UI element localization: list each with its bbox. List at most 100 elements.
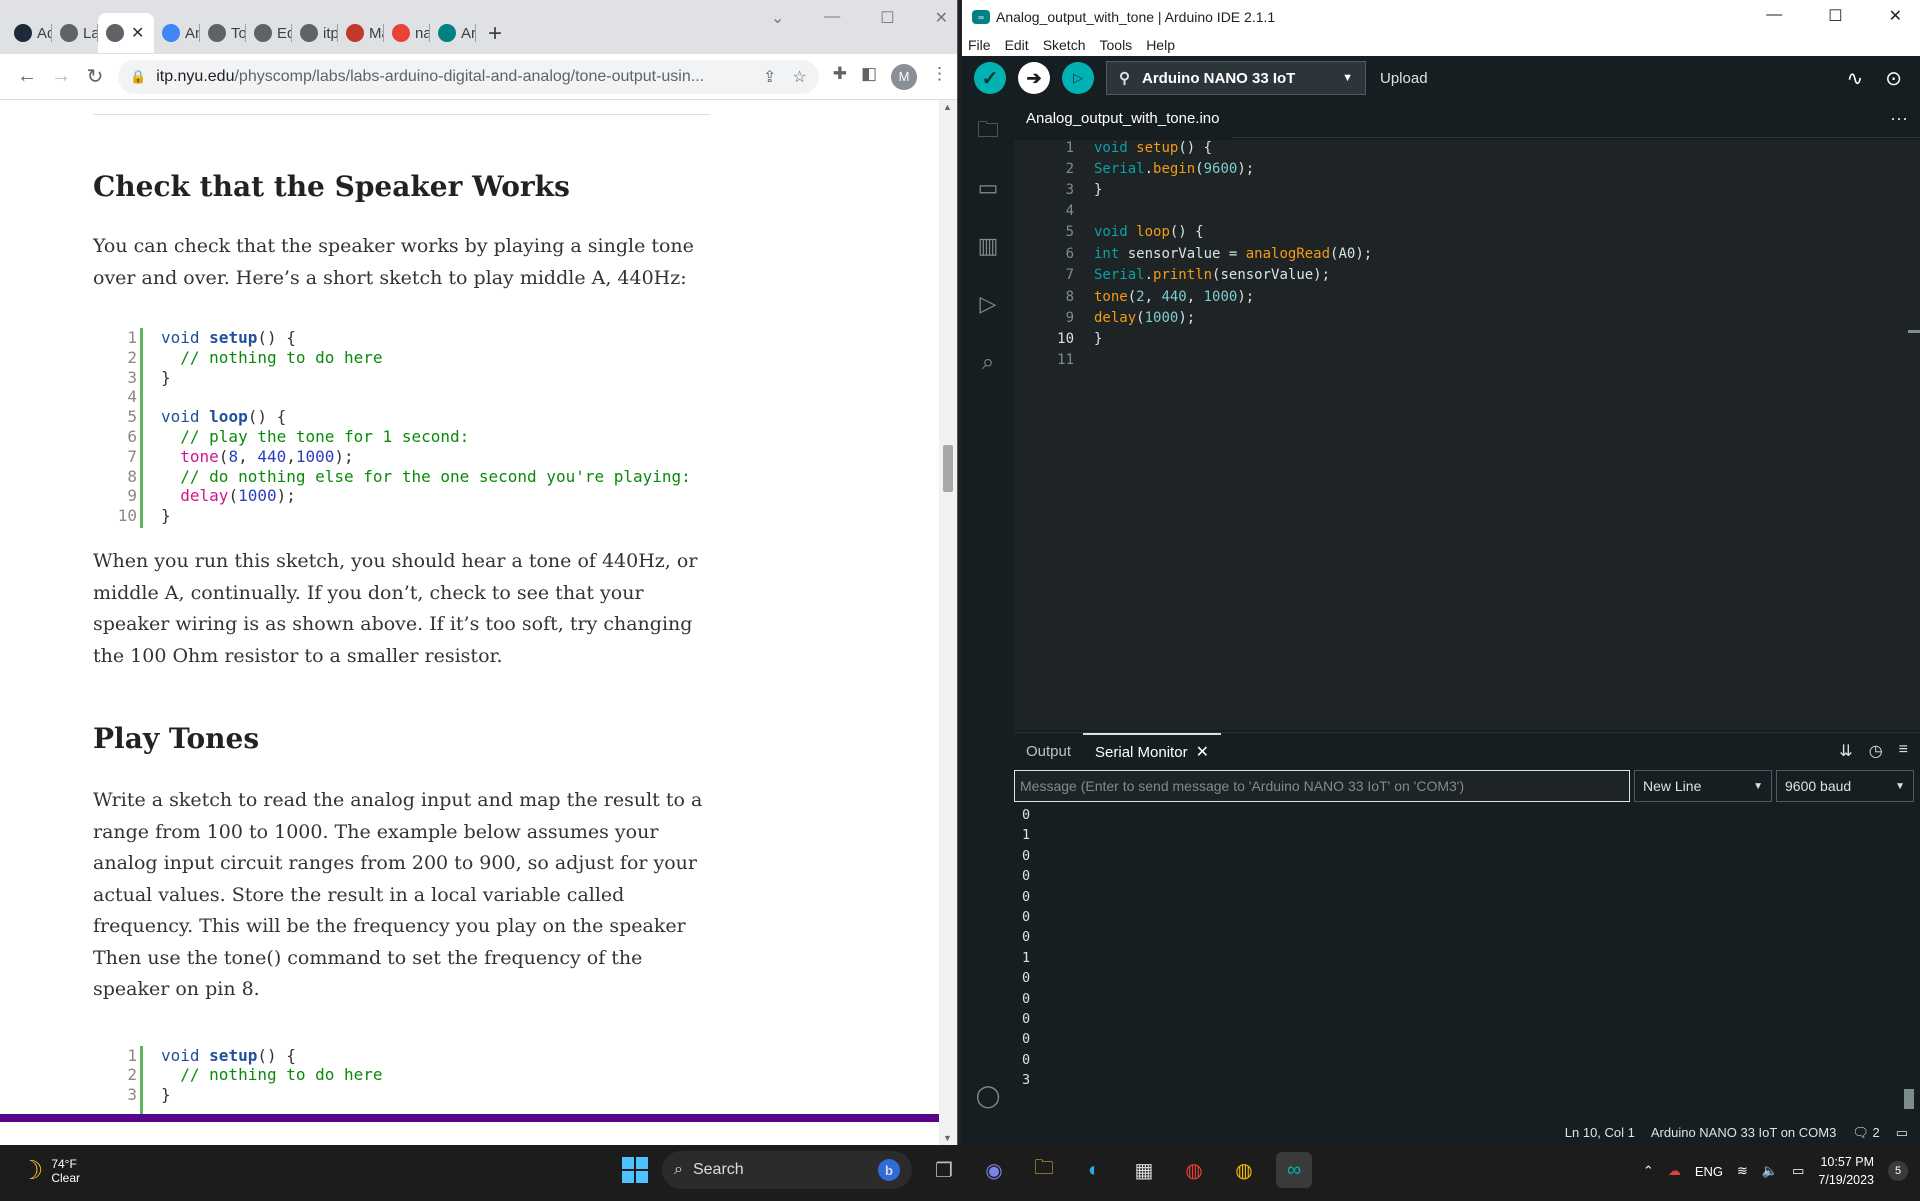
editor-line-number: 7 <box>1065 267 1074 283</box>
lock-icon[interactable]: 🔒 <box>130 69 146 85</box>
address-bar[interactable]: 🔒 itp.nyu.edu/physcomp/labs/labs-arduino… <box>118 59 819 94</box>
profile-avatar[interactable]: M <box>891 63 917 90</box>
tab-sketch-file[interactable]: Analog_output_with_tone.ino <box>1014 100 1232 138</box>
tab-serial-monitor[interactable]: Serial Monitor ✕ <box>1083 733 1221 769</box>
paragraph-intro: You can check that the speaker works by … <box>93 235 694 289</box>
page-scrollbar[interactable]: ▲ ▼ <box>939 100 957 1145</box>
weather-widget[interactable]: ☽ 74°F Clear <box>20 1155 80 1186</box>
editor-line-number: 9 <box>1065 310 1074 326</box>
close-icon[interactable]: ✕ <box>1196 742 1209 762</box>
battery-icon[interactable]: ▭ <box>1792 1163 1804 1179</box>
article-content: Check that the Speaker Works You can che… <box>93 170 723 1116</box>
browser-tab[interactable]: Arc <box>430 15 476 51</box>
task-view-icon[interactable]: ❐ <box>926 1152 962 1188</box>
status-board[interactable]: Arduino NANO 33 IoT on COM3 <box>1651 1125 1836 1140</box>
browser-tab[interactable]: nar <box>384 15 430 51</box>
scroll-down-icon[interactable]: ▼ <box>943 1133 952 1143</box>
side-panel-icon[interactable]: ◧ <box>861 64 877 90</box>
serial-message-input[interactable] <box>1014 770 1630 802</box>
browser-tab[interactable]: Lab <box>52 15 98 51</box>
serial-line: 0 <box>1022 929 1031 946</box>
heading-play-tones: Play Tones <box>93 722 260 755</box>
notifications-indicator[interactable]: 🗨 2 <box>1852 1125 1879 1141</box>
share-icon[interactable]: ⇪ <box>763 67 776 87</box>
teams-chat-icon[interactable]: ◉ <box>976 1152 1012 1188</box>
sketchbook-folder-icon[interactable]: 🗀 <box>974 116 1002 144</box>
edge-icon[interactable]: ◐ <box>1076 1152 1112 1188</box>
chrome-profile-icon[interactable]: ◍ <box>1226 1152 1262 1188</box>
browser-tab[interactable]: Toc <box>200 15 246 51</box>
wifi-icon[interactable]: ≋ <box>1737 1163 1748 1179</box>
serial-line: 0 <box>1022 807 1031 823</box>
board-selector[interactable]: ⚲ Arduino NANO 33 IoT ▼ <box>1106 61 1366 95</box>
clear-output-icon[interactable]: ≡ <box>1899 741 1908 761</box>
baud-rate-select[interactable]: 9600 baud ▼ <box>1776 770 1914 802</box>
serial-monitor-icon[interactable]: ⊙ <box>1885 66 1902 91</box>
tab-title: Equ <box>277 24 292 42</box>
footer-bar <box>0 1114 940 1122</box>
taskbar-search[interactable]: ⌕ Search b <box>662 1151 912 1189</box>
store-icon[interactable]: ▦ <box>1126 1152 1162 1188</box>
search-icon[interactable]: ⌕ <box>974 348 1002 376</box>
extensions-icon[interactable]: ✚ <box>833 64 847 90</box>
scroll-thumb[interactable] <box>943 445 953 492</box>
arduino-ide-taskbar-icon[interactable]: ∞ <box>1276 1152 1312 1188</box>
reload-icon[interactable]: ↻ <box>78 60 112 94</box>
clock[interactable]: 10:57 PM 7/19/2023 <box>1818 1153 1874 1189</box>
autoscroll-icon[interactable]: ⇊ <box>1839 741 1852 761</box>
debug-icon[interactable]: ▷ <box>974 290 1002 318</box>
browser-tab[interactable]: Ad <box>6 15 52 51</box>
library-manager-icon[interactable]: ▥ <box>974 232 1002 260</box>
back-icon[interactable]: ← <box>10 60 44 94</box>
serial-scroll-thumb[interactable] <box>1904 1089 1914 1109</box>
maximize-button[interactable]: ☐ <box>880 8 894 28</box>
output-panel-icon[interactable]: ▭ <box>1896 1125 1908 1141</box>
menu-item[interactable]: Tools <box>1100 37 1133 53</box>
account-icon[interactable]: ◯ <box>974 1082 1002 1110</box>
browser-tab[interactable]: ✕ <box>98 13 154 53</box>
maximize-button[interactable]: ☐ <box>1828 6 1842 26</box>
menu-item[interactable]: Edit <box>1005 37 1029 53</box>
volume-icon[interactable]: 🔈 <box>1762 1163 1778 1179</box>
new-tab-button[interactable]: + <box>476 14 514 54</box>
menu-item[interactable]: Help <box>1146 37 1175 53</box>
scroll-up-icon[interactable]: ▲ <box>943 102 952 112</box>
tab-search-icon[interactable]: ⌄ <box>771 8 784 28</box>
tab-output[interactable]: Output <box>1014 733 1083 769</box>
more-icon[interactable]: ··· <box>1890 108 1908 129</box>
debug-button[interactable]: ▷ <box>1062 62 1094 94</box>
minimize-button[interactable]: — <box>824 8 840 28</box>
close-button[interactable]: ✕ <box>1889 6 1902 26</box>
file-explorer-icon[interactable]: 🗀 <box>1026 1152 1062 1188</box>
ide-menubar: File Edit Sketch Tools Help <box>962 34 1920 56</box>
close-tab-icon[interactable]: ✕ <box>131 23 144 43</box>
close-button[interactable]: ✕ <box>935 8 948 28</box>
browser-tab[interactable]: Equ <box>246 15 292 51</box>
browser-tab[interactable]: itp. <box>292 15 338 51</box>
verify-button[interactable]: ✓ <box>974 62 1006 94</box>
upload-button[interactable]: ➔ <box>1018 62 1050 94</box>
notification-badge[interactable]: 5 <box>1888 1161 1908 1181</box>
chrome-icon[interactable]: ◍ <box>1176 1152 1212 1188</box>
menu-item[interactable]: File <box>968 37 991 53</box>
browser-tab[interactable]: Ma <box>338 15 384 51</box>
menu-item[interactable]: Sketch <box>1043 37 1086 53</box>
browser-tab[interactable]: An <box>154 15 200 51</box>
editor-line-number: 8 <box>1065 289 1074 305</box>
boards-manager-icon[interactable]: ▭ <box>974 174 1002 202</box>
search-label: Search <box>692 1161 744 1178</box>
menu-kebab-icon[interactable]: ⋮ <box>931 64 948 90</box>
start-button[interactable] <box>622 1157 648 1183</box>
forward-icon[interactable]: → <box>44 60 78 94</box>
line-ending-select[interactable]: New Line ▼ <box>1634 770 1772 802</box>
cursor-position[interactable]: Ln 10, Col 1 <box>1565 1125 1635 1140</box>
bookmark-star-icon[interactable]: ☆ <box>792 67 806 87</box>
serial-plotter-icon[interactable]: ∿ <box>1846 66 1863 91</box>
chevron-up-icon[interactable]: ⌃ <box>1643 1163 1654 1179</box>
minimize-button[interactable]: — <box>1766 6 1782 26</box>
onedrive-icon[interactable]: ☁ <box>1668 1163 1681 1179</box>
editor-line-number: 6 <box>1065 246 1074 262</box>
language-indicator[interactable]: ENG <box>1695 1164 1723 1179</box>
code-editor[interactable]: 1 2 3 4 5 6 7 8 9 10 11 void setup() { Serial.begi… <box>1014 140 1920 730</box>
timestamp-icon[interactable]: ◷ <box>1869 741 1883 761</box>
